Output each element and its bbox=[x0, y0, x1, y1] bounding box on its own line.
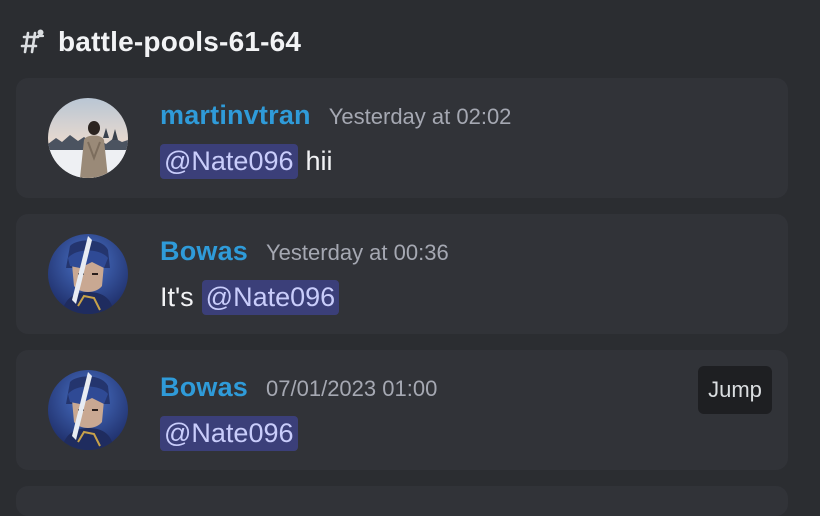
username[interactable]: martinvtran bbox=[160, 100, 311, 131]
jump-button[interactable]: Jump bbox=[698, 366, 772, 414]
user-mention[interactable]: @Nate096 bbox=[160, 415, 298, 451]
message-text: It's bbox=[160, 281, 194, 312]
avatar[interactable] bbox=[48, 370, 128, 450]
message-content: It's @Nate096 bbox=[160, 276, 340, 318]
message-header: Bowas 07/01/2023 01:00 bbox=[160, 372, 437, 403]
search-result-card[interactable] bbox=[16, 486, 788, 516]
timestamp: Yesterday at 00:36 bbox=[266, 240, 449, 265]
channel-header: battle-pools-61-64 bbox=[18, 24, 301, 60]
message-text: hii bbox=[305, 145, 333, 176]
search-result-card[interactable]: Bowas 07/01/2023 01:00 @Nate096 Jump bbox=[16, 350, 788, 470]
message-header: Bowas Yesterday at 00:36 bbox=[160, 236, 449, 267]
channel-name: battle-pools-61-64 bbox=[58, 26, 302, 57]
search-result-card[interactable]: Bowas Yesterday at 00:36 It's @Nate096 bbox=[16, 214, 788, 334]
search-result-card[interactable]: martinvtran Yesterday at 02:02 @Nate096 … bbox=[16, 78, 788, 198]
message-header: martinvtran Yesterday at 02:02 bbox=[160, 100, 511, 131]
username[interactable]: Bowas bbox=[160, 372, 248, 403]
avatar[interactable] bbox=[48, 234, 128, 314]
timestamp: 07/01/2023 01:00 bbox=[266, 376, 438, 401]
username[interactable]: Bowas bbox=[160, 236, 248, 267]
message-content: @Nate096 hii bbox=[160, 140, 333, 182]
hashtag-thread-icon bbox=[20, 29, 45, 54]
user-mention[interactable]: @Nate096 bbox=[160, 143, 298, 179]
user-mention[interactable]: @Nate096 bbox=[201, 279, 340, 315]
avatar[interactable] bbox=[48, 98, 128, 178]
message-content: @Nate096 bbox=[160, 412, 298, 454]
timestamp: Yesterday at 02:02 bbox=[328, 104, 512, 129]
